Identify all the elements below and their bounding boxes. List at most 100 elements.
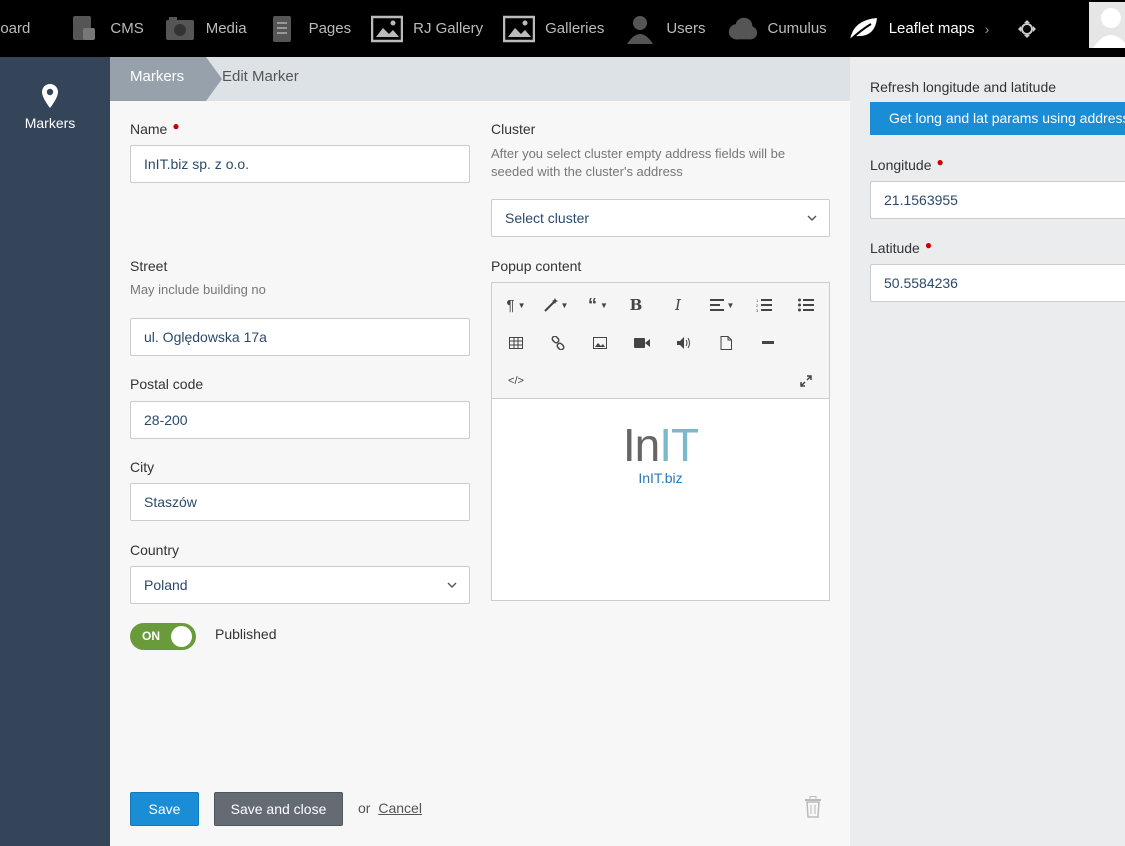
cms-icon <box>68 14 100 44</box>
sidebar: Markers <box>0 57 110 846</box>
save-button[interactable]: Save <box>130 792 199 826</box>
get-coordinates-button[interactable]: Get long and lat params using address <box>870 102 1125 135</box>
sidebar-item-markers[interactable]: Markers <box>0 83 100 131</box>
country-label: Country <box>130 542 180 558</box>
refresh-coordinates-label: Refresh longitude and latitude <box>870 79 1057 95</box>
align-icon[interactable]: ▼ <box>706 293 738 317</box>
cluster-select[interactable]: Select cluster <box>491 199 830 237</box>
italic-icon[interactable]: I <box>664 293 692 317</box>
longitude-label-text: Longitude <box>870 157 932 173</box>
logo-in-text: In <box>622 419 660 471</box>
published-toggle[interactable]: ON <box>130 623 196 650</box>
pages-icon <box>267 14 299 44</box>
code-view-icon[interactable]: </> <box>502 369 530 393</box>
nav-item-cumulus[interactable]: Cumulus <box>716 0 837 57</box>
nav-item-pages[interactable]: Pages <box>257 0 362 57</box>
cluster-label: Cluster <box>491 121 536 137</box>
required-icon: ● <box>172 119 180 133</box>
street-field[interactable]: ul. Oględowska 17a <box>130 318 470 356</box>
breadcrumb-current: Edit Marker <box>222 68 299 85</box>
popup-link[interactable]: InIT.biz <box>492 470 829 486</box>
side-panel <box>850 57 1125 846</box>
gallery-icon <box>371 14 404 44</box>
postal-code-label: Postal code <box>130 376 204 392</box>
nav-label-media: Media <box>205 20 247 37</box>
nav-item-rj-gallery[interactable]: RJ Gallery <box>361 0 493 57</box>
init-logo: InIT <box>492 420 829 470</box>
cancel-link[interactable]: Cancel <box>378 800 422 816</box>
longitude-field[interactable]: 21.1563955 <box>870 181 1125 219</box>
name-field[interactable]: InIT.biz sp. z o.o. <box>130 145 470 183</box>
link-icon[interactable] <box>544 331 572 355</box>
avatar[interactable] <box>1089 2 1125 48</box>
quote-icon[interactable]: “▼ <box>582 293 614 317</box>
cluster-value: Select cluster <box>505 210 590 226</box>
unordered-list-icon[interactable] <box>792 293 820 317</box>
chevron-right-icon: › <box>984 20 990 37</box>
map-marker-icon <box>42 84 58 108</box>
street-label: Street <box>130 258 168 274</box>
chevron-down-icon <box>447 567 457 603</box>
popup-editor[interactable]: ¶ ▼ ▼ “▼ B I ▼ 123 </> InIT InIT.biz <box>491 282 830 601</box>
latitude-label: Latitude ● <box>870 238 933 256</box>
nav-label-pages: Pages <box>308 20 352 37</box>
media-icon <box>164 14 196 44</box>
nav-label-galleries: Galleries <box>545 20 605 37</box>
nav-item-media[interactable]: Media <box>154 0 257 57</box>
audio-icon[interactable] <box>670 331 698 355</box>
horizontal-rule-icon[interactable] <box>754 331 782 355</box>
nav-item-cms[interactable]: CMS <box>58 0 153 57</box>
nav-item-galleries[interactable]: Galleries <box>493 0 614 57</box>
magic-wand-icon[interactable]: ▼ <box>540 293 572 317</box>
city-field[interactable]: Staszów <box>130 483 470 521</box>
longitude-label: Longitude ● <box>870 155 944 173</box>
street-help: May include building no <box>130 282 266 297</box>
latitude-label-text: Latitude <box>870 240 920 256</box>
nav-item-leaflet-maps[interactable]: Leaflet maps › <box>837 0 1000 57</box>
country-select[interactable]: Poland <box>130 566 470 604</box>
galleries-icon <box>503 14 536 44</box>
name-label-text: Name <box>130 121 168 137</box>
toggle-knob <box>171 626 192 647</box>
or-label: or <box>358 800 371 816</box>
chevron-down-icon <box>807 200 817 236</box>
nav-item-users[interactable]: Users <box>614 0 715 57</box>
bold-icon[interactable]: B <box>622 293 650 317</box>
or-text: or Cancel <box>358 800 422 816</box>
nav-label-users: Users <box>666 20 706 37</box>
fullscreen-icon[interactable] <box>792 369 820 393</box>
nav-label-dashboard: board <box>0 20 31 37</box>
trash-icon[interactable] <box>804 796 824 820</box>
editor-toolbar: ¶ ▼ ▼ “▼ B I ▼ 123 </> <box>492 283 829 399</box>
nav-label-cms: CMS <box>110 20 144 37</box>
file-icon[interactable] <box>712 331 740 355</box>
sidebar-item-label: Markers <box>24 115 76 131</box>
required-icon: ● <box>924 238 933 252</box>
logo-it-text: IT <box>659 419 699 471</box>
video-icon[interactable] <box>628 331 656 355</box>
image-icon[interactable] <box>586 331 614 355</box>
latitude-field[interactable]: 50.5584236 <box>870 264 1125 302</box>
ordered-list-icon[interactable]: 123 <box>750 293 778 317</box>
popup-content-label: Popup content <box>491 258 582 274</box>
top-navbar: board CMS Media Pages RJ Gallery Galleri… <box>0 0 1125 57</box>
table-icon[interactable] <box>502 331 530 355</box>
save-and-close-button[interactable]: Save and close <box>214 792 343 826</box>
nav-label-cumulus: Cumulus <box>767 20 827 37</box>
cluster-help: After you select cluster empty address f… <box>491 146 786 179</box>
breadcrumb: Markers Edit Marker <box>110 57 850 101</box>
editor-content[interactable]: InIT InIT.biz <box>492 400 829 600</box>
city-label: City <box>130 459 155 475</box>
nav-label-rj-gallery: RJ Gallery <box>413 20 484 37</box>
nav-item-dashboard[interactable]: board <box>0 0 40 57</box>
cloud-icon <box>726 14 758 44</box>
paragraph-icon[interactable]: ¶ ▼ <box>500 293 532 317</box>
leaf-icon <box>847 14 879 44</box>
country-value: Poland <box>144 577 188 593</box>
breadcrumb-markers[interactable]: Markers <box>110 57 222 101</box>
postal-code-field[interactable]: 28-200 <box>130 401 470 439</box>
nav-label-leaflet-maps: Leaflet maps <box>888 20 975 37</box>
move-icon[interactable] <box>999 0 1055 57</box>
published-label: Published <box>215 626 277 642</box>
svg-text:3: 3 <box>756 308 759 312</box>
